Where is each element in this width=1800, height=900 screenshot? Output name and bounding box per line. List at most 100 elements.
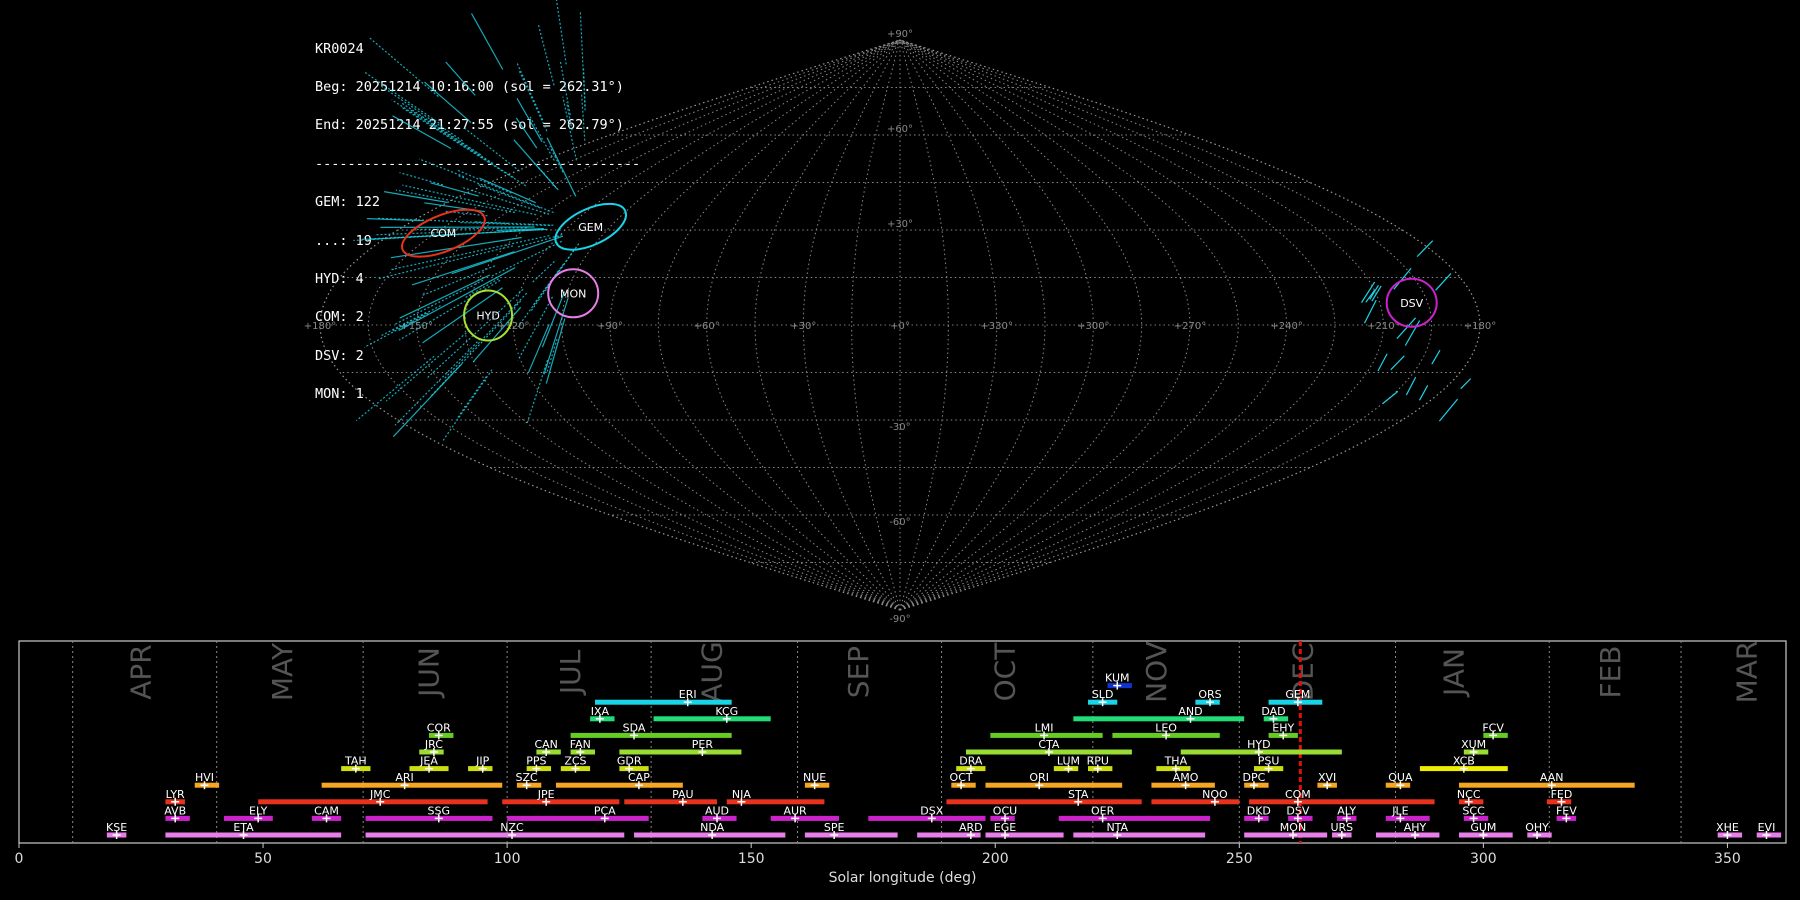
meteor-trail (430, 182, 479, 197)
shower-label-noo: NOO (1202, 788, 1228, 801)
meteor-trail (562, 96, 577, 161)
shower-label-cor: COR (427, 721, 451, 734)
meteor-trail (470, 13, 504, 70)
shower-cor: COR (427, 721, 454, 740)
meteor-trail (418, 158, 465, 178)
meteor-trail (424, 81, 472, 124)
shower-nue: NUE (803, 771, 830, 790)
shower-label-ely: ELY (249, 804, 268, 817)
shower-label-per: PER (692, 738, 714, 751)
meteor-trail (465, 278, 499, 298)
shower-label-cam: CAM (314, 804, 339, 817)
shower-label-pps: PPS (526, 755, 546, 768)
shower-scc: SCC (1462, 804, 1489, 823)
meteor-trail (537, 23, 555, 86)
meteor-trail (368, 36, 439, 97)
shower-bar-pca (507, 815, 649, 821)
shower-kum: KUM (1105, 672, 1132, 690)
latitude-label: -30° (889, 422, 910, 433)
shower-bar-pau (624, 799, 718, 805)
meteor-trail (546, 137, 577, 197)
shower-label-jrc: JRC (424, 738, 443, 751)
shower-label-evi: EVI (1758, 821, 1776, 834)
shower-label-cap: CAP (628, 771, 650, 784)
shower-label-ohy: OHY (1525, 821, 1549, 834)
shower-urs: URS (1330, 821, 1353, 839)
shower-bar-oer (1058, 815, 1211, 821)
shower-label-ahy: AHY (1404, 821, 1427, 834)
shower-psu: PSU (1253, 755, 1284, 773)
shower-label-xvi: XVI (1318, 771, 1336, 784)
shower-avb: AVB (164, 804, 190, 823)
longitude-label: +30° (790, 321, 816, 332)
shower-label-pau: PAU (672, 788, 694, 801)
shower-label-aud: AUD (705, 804, 729, 817)
shower-label-jle: JLE (1391, 804, 1408, 817)
shower-label-lmi: LMI (1035, 721, 1054, 734)
meteor-trail (531, 260, 555, 283)
shower-label-com: COM (1285, 788, 1311, 801)
x-tick-label: 50 (254, 851, 272, 867)
shower-label-gum: GUM (1470, 821, 1496, 834)
meteor-trail (391, 99, 514, 179)
meteor-trail (490, 240, 562, 278)
meteor-trail (1363, 299, 1377, 324)
shower-label-jip: JIP (475, 755, 489, 768)
radiant-label-dsv: DSV (1400, 297, 1423, 310)
x-tick-label: 250 (1226, 851, 1253, 867)
meteor-trail (479, 177, 536, 204)
sky-map-sinusoidal: +90°+60°+30°-30°-60°-90°+180° +150° +120° +… (304, 0, 1496, 625)
meteor-trail (1431, 349, 1441, 365)
meteor-trail (515, 117, 538, 149)
shower-qua: QUA (1385, 771, 1413, 790)
meteor-trail (400, 101, 482, 156)
shower-label-sta: STA (1068, 788, 1089, 801)
shower-label-can: CAN (534, 738, 557, 751)
shower-rpu: RPU (1087, 755, 1113, 773)
month-label-oct: OCT (989, 642, 1022, 702)
shower-ehy: EHY (1268, 721, 1298, 740)
shower-fev: FEV (1556, 804, 1577, 823)
shower-label-dad: DAD (1261, 705, 1285, 718)
shower-activity-timeline: APR MAY JUN JUL AUG SEP OCT NOV DEC JAN FEB MARKUME… (15, 640, 1787, 886)
shower-xum: XUM (1461, 738, 1489, 756)
shower-label-dra: DRA (959, 755, 983, 768)
shower-label-ori: ORI (1029, 771, 1049, 784)
shower-label-jmc: JMC (369, 788, 391, 801)
shower-label-jea: JEA (419, 755, 438, 768)
radiant-label-mon: MON (560, 287, 586, 300)
shower-dkd: DKD (1244, 804, 1271, 823)
shower-label-sld: SLD (1092, 688, 1114, 701)
meteor-trail (546, 338, 558, 373)
longitude-label: +270° (1174, 321, 1206, 332)
shower-fed: FED (1546, 788, 1572, 806)
shower-dad: DAD (1261, 705, 1289, 723)
shower-bar-cap (555, 782, 683, 788)
shower-label-kse: KSE (106, 821, 127, 834)
shower-ohy: OHY (1525, 821, 1552, 839)
shower-label-jpe: JPE (537, 788, 555, 801)
shower-lum: LUM (1053, 755, 1080, 773)
month-label-mar: MAR (1730, 641, 1763, 704)
meteor-trail (1404, 320, 1421, 346)
shower-can: CAN (534, 738, 561, 756)
shower-label-xum: XUM (1461, 738, 1486, 751)
radiant-label-com: COM (430, 227, 456, 240)
shower-label-avb: AVB (164, 804, 186, 817)
month-label-sep: SEP (842, 646, 875, 698)
shower-label-ocu: OCU (993, 804, 1017, 817)
shower-kse: KSE (106, 821, 127, 839)
shower-label-fev: FEV (1556, 804, 1577, 817)
shower-label-hyd: HYD (1247, 738, 1270, 751)
meteor-trail (441, 369, 493, 442)
shower-dra: DRA (956, 755, 986, 773)
shower-label-ors: ORS (1198, 688, 1221, 701)
shower-bar-nta (1073, 832, 1206, 838)
shower-label-hvi: HVI (195, 771, 214, 784)
meteor-trail (515, 61, 544, 121)
shower-label-nzc: NZC (500, 821, 524, 834)
shower-label-oer: OER (1091, 804, 1115, 817)
shower-label-cta: CTA (1038, 738, 1060, 751)
x-tick-label: 150 (738, 851, 765, 867)
shower-label-ard: ARD (959, 821, 983, 834)
